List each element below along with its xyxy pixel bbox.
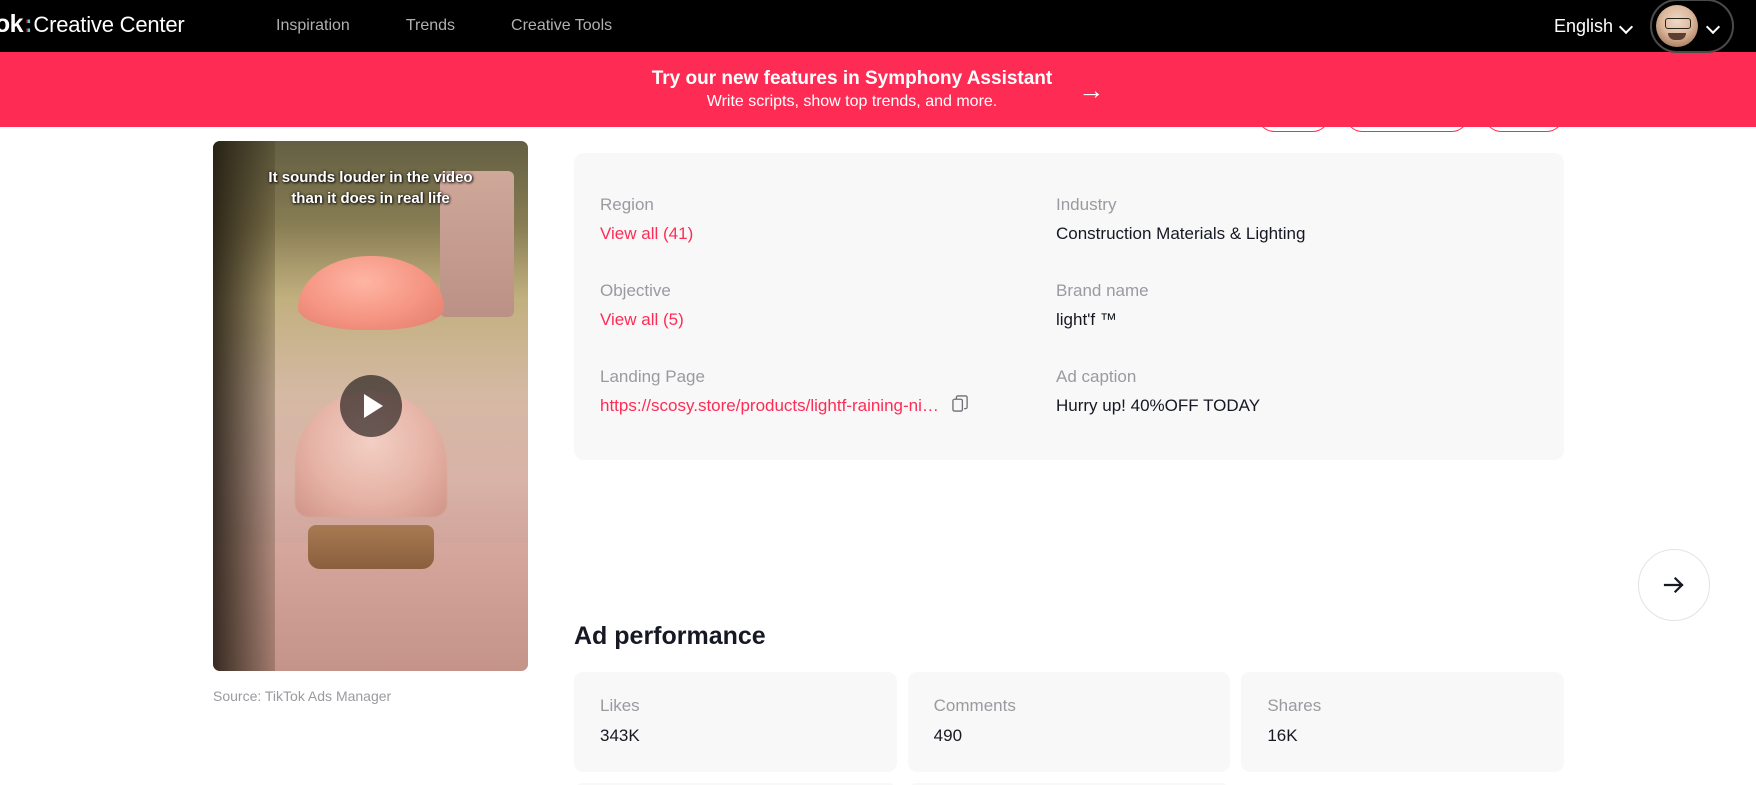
- nav-item-trends[interactable]: Trends: [378, 17, 483, 35]
- logo-colon-icon: :: [24, 10, 33, 38]
- detail-objective: Objective View all (5): [600, 279, 1056, 332]
- detail-value-industry: Construction Materials & Lighting: [1056, 224, 1306, 243]
- detail-label-brand-name: Brand name: [1056, 281, 1149, 300]
- detail-value-ad-caption: Hurry up! 40%OFF TODAY: [1056, 396, 1261, 415]
- detail-industry: Industry Construction Materials & Lighti…: [1056, 193, 1512, 246]
- stat-label-comments: Comments: [933, 696, 1016, 715]
- copy-icon[interactable]: [952, 395, 969, 417]
- objective-view-all-link[interactable]: View all (5): [600, 308, 684, 332]
- detail-label-objective: Objective: [600, 281, 671, 300]
- nav-right-cluster: English: [1554, 0, 1734, 53]
- next-ad-button[interactable]: [1638, 549, 1710, 621]
- language-selector[interactable]: English: [1554, 16, 1632, 37]
- video-column: It sounds louder in the video than it do…: [213, 141, 528, 704]
- ad-video-thumbnail[interactable]: It sounds louder in the video than it do…: [213, 141, 528, 671]
- detail-label-ad-caption: Ad caption: [1056, 367, 1137, 386]
- pill-button-more[interactable]: More: [1483, 127, 1564, 132]
- stat-card-shares: Shares 16K: [1241, 672, 1564, 772]
- main-content: Ad overview Like Apply Code More It soun…: [0, 127, 1756, 785]
- avatar: [1656, 5, 1698, 47]
- ad-overview-header-row: Ad overview Like Apply Code More: [574, 127, 1564, 132]
- banner-content: Try our new features in Symphony Assista…: [652, 66, 1105, 113]
- stat-value-likes: 343K: [600, 726, 640, 745]
- banner-title: Try our new features in Symphony Assista…: [651, 68, 1053, 89]
- detail-label-region: Region: [600, 195, 654, 214]
- pill-button-like[interactable]: Like: [1256, 127, 1331, 132]
- ad-performance-grid: Likes 343K Comments 490 Shares 16K CTR T…: [574, 672, 1564, 785]
- top-navigation-bar: Tok : Creative Center Inspiration Trends…: [0, 0, 1756, 53]
- chevron-down-icon: [1621, 21, 1632, 32]
- symphony-assistant-banner[interactable]: Try our new features in Symphony Assista…: [0, 52, 1756, 127]
- stat-value-comments: 490: [933, 726, 963, 745]
- nav-item-creative-tools[interactable]: Creative Tools: [483, 17, 640, 35]
- video-lamp-cap: [297, 256, 444, 330]
- detail-label-landing-page: Landing Page: [600, 367, 705, 386]
- play-button[interactable]: [339, 375, 402, 437]
- video-overlay-caption: It sounds louder in the video than it do…: [213, 167, 528, 209]
- video-caption-line-2: than it does in real life: [291, 190, 450, 207]
- logo-product-name: Creative Center: [33, 12, 185, 37]
- language-label: English: [1553, 15, 1613, 36]
- banner-subtitle: Write scripts, show top trends, and more…: [706, 93, 998, 110]
- stat-card-comments: Comments 490: [907, 672, 1231, 772]
- stat-label-shares: Shares: [1267, 696, 1322, 715]
- stat-value-shares: 16K: [1267, 726, 1298, 745]
- region-view-all-link[interactable]: View all (41): [600, 222, 693, 246]
- detail-region: Region View all (41): [600, 193, 1056, 246]
- video-bg-shadow: [213, 141, 275, 671]
- ad-performance-title: Ad performance: [574, 622, 766, 650]
- page-title: Ad overview: [574, 127, 727, 130]
- banner-text: Try our new features in Symphony Assista…: [652, 66, 1053, 113]
- landing-page-row: https://scosy.store/products/lightf-rain…: [600, 394, 1056, 418]
- tiktok-logo-mark: Tok: [0, 10, 24, 38]
- video-lamp-base: [307, 525, 434, 569]
- creative-center-logo[interactable]: Tok : Creative Center: [0, 10, 185, 39]
- ad-details-card: Region View all (41) Industry Constructi…: [574, 153, 1564, 460]
- page-root: Tok : Creative Center Inspiration Trends…: [0, 0, 1756, 785]
- detail-value-brand-name: light'f ™: [1056, 310, 1117, 329]
- detail-label-industry: Industry: [1056, 195, 1117, 214]
- detail-brand-name: Brand name light'f ™: [1056, 279, 1512, 332]
- stat-card-likes: Likes 343K: [574, 672, 897, 772]
- video-caption-line-1: It sounds louder in the video: [268, 169, 473, 186]
- video-source-label: Source: TikTok Ads Manager: [213, 688, 392, 704]
- chevron-down-icon: [1708, 21, 1719, 32]
- landing-page-link[interactable]: https://scosy.store/products/lightf-rain…: [600, 394, 939, 418]
- action-pills: Like Apply Code More: [1256, 127, 1564, 132]
- detail-ad-caption: Ad caption Hurry up! 40%OFF TODAY: [1056, 365, 1512, 418]
- stat-label-likes: Likes: [600, 696, 640, 715]
- pill-button-apply-code[interactable]: Apply Code: [1345, 127, 1469, 132]
- arrow-right-icon: [1663, 576, 1684, 594]
- nav-item-inspiration[interactable]: Inspiration: [248, 17, 378, 35]
- arrow-right-icon[interactable]: →: [1078, 77, 1104, 103]
- play-icon: [363, 394, 383, 418]
- nav-links: Inspiration Trends Creative Tools: [248, 0, 640, 52]
- detail-landing-page: Landing Page https://scosy.store/product…: [600, 365, 1056, 418]
- account-menu-button[interactable]: [1650, 0, 1734, 53]
